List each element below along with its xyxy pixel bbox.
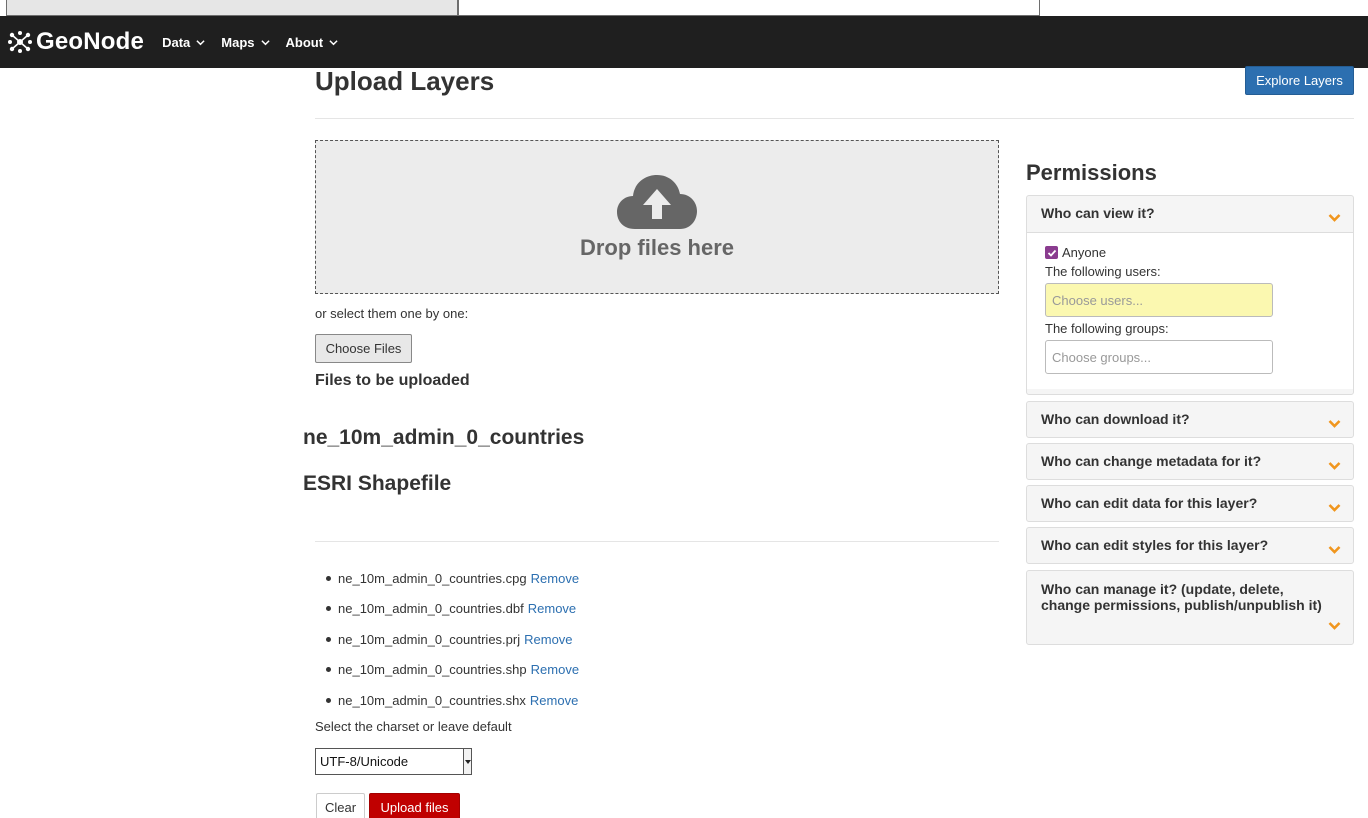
perm-edit-styles-toggle[interactable]: Who can edit styles for this layer?	[1027, 528, 1353, 554]
file-name: ne_10m_admin_0_countries.prj	[338, 631, 521, 647]
chevron-down-icon	[1328, 420, 1341, 428]
perm-edit-styles-heading: Who can edit styles for this layer?	[1041, 537, 1269, 553]
file-drop-zone[interactable]: Drop files here	[315, 140, 999, 294]
nav-maps-label: Maps	[221, 34, 255, 50]
upload-files-button[interactable]: Upload files	[369, 793, 460, 818]
chevron-down-icon	[1328, 504, 1341, 512]
anyone-label: Anyone	[1062, 245, 1107, 260]
geonode-logo-icon	[8, 31, 32, 53]
file-name: ne_10m_admin_0_countries.shx	[338, 692, 526, 708]
perm-view-toggle[interactable]: Who can view it?	[1027, 196, 1353, 222]
clear-button[interactable]: Clear	[316, 793, 365, 818]
layer-name-heading: ne_10m_admin_0_countries	[303, 426, 585, 449]
select-arrow-icon	[463, 749, 471, 774]
nav-data-label: Data	[162, 34, 191, 50]
bullet-icon	[326, 606, 331, 612]
bullet-icon	[326, 636, 331, 642]
nav-about-label: About	[285, 34, 324, 50]
page-title: Upload Layers	[315, 66, 495, 96]
perm-view-body: Anyone The following users: Choose users…	[1027, 232, 1353, 389]
perm-panel-metadata[interactable]: Who can change metadata for it?	[1026, 443, 1354, 480]
list-item: ne_10m_admin_0_countries.shp Remove	[326, 655, 579, 686]
choose-groups-input[interactable]: Choose groups...	[1045, 340, 1273, 374]
browser-top-strip	[0, 0, 1368, 16]
anyone-checkbox-row[interactable]: Anyone	[1045, 245, 1335, 260]
brand-name: GeoNode	[36, 28, 145, 55]
perm-metadata-heading: Who can change metadata for it?	[1041, 453, 1262, 469]
browser-address-strip	[458, 0, 1040, 16]
perm-edit-data-heading: Who can edit data for this layer?	[1041, 495, 1258, 511]
perm-panel-edit-data[interactable]: Who can edit data for this layer?	[1026, 485, 1354, 522]
files-divider	[315, 541, 999, 542]
file-name: ne_10m_admin_0_countries.shp	[338, 662, 527, 678]
nav-maps-menu[interactable]: Maps	[221, 34, 270, 50]
chevron-down-icon	[1328, 546, 1341, 554]
list-item: ne_10m_admin_0_countries.dbf Remove	[326, 594, 579, 625]
bullet-icon	[326, 575, 331, 581]
file-list: ne_10m_admin_0_countries.cpg Remove ne_1…	[326, 563, 579, 716]
checkmark-icon	[1047, 249, 1056, 257]
top-navbar: GeoNode Data Maps About	[0, 16, 1368, 68]
drop-zone-label: Drop files here	[579, 235, 735, 260]
remove-file-link[interactable]: Remove	[528, 601, 576, 616]
perm-panel-view: Who can view it? Anyone The following us…	[1026, 195, 1354, 395]
perm-panel-download[interactable]: Who can download it?	[1026, 401, 1354, 438]
perm-view-heading: Who can view it?	[1041, 205, 1155, 221]
nav-about-menu[interactable]: About	[286, 35, 339, 50]
cloud-upload-icon	[617, 175, 697, 229]
perm-panel-edit-styles[interactable]: Who can edit styles for this layer?	[1026, 527, 1354, 564]
list-item: ne_10m_admin_0_countries.prj Remove	[326, 624, 579, 655]
files-to-upload-heading: Files to be uploaded	[315, 372, 470, 389]
perm-manage-toggle[interactable]: Who can manage it? (update, delete, chan…	[1027, 571, 1353, 630]
browser-tab-strip	[6, 0, 458, 16]
explore-layers-button[interactable]: Explore Layers	[1245, 66, 1354, 95]
chevron-down-icon	[1328, 622, 1341, 630]
select-files-hint: or select them one by one:	[315, 306, 469, 321]
list-item: ne_10m_admin_0_countries.cpg Remove	[326, 563, 579, 594]
users-label: The following users:	[1045, 264, 1161, 279]
layer-type-heading: ESRI Shapefile	[303, 472, 452, 495]
chevron-down-icon	[329, 39, 338, 45]
bullet-icon	[326, 667, 331, 673]
anyone-checkbox[interactable]	[1045, 246, 1058, 259]
chevron-down-icon	[196, 39, 205, 45]
chevron-down-icon	[1328, 214, 1341, 222]
brand-link[interactable]: GeoNode	[8, 28, 144, 56]
perm-metadata-toggle[interactable]: Who can change metadata for it?	[1027, 444, 1353, 470]
perm-download-toggle[interactable]: Who can download it?	[1027, 402, 1353, 428]
remove-file-link[interactable]: Remove	[531, 571, 579, 586]
file-name: ne_10m_admin_0_countries.cpg	[338, 570, 527, 586]
charset-selected-value: UTF-8/Unicode	[320, 754, 409, 769]
perm-panel-manage[interactable]: Who can manage it? (update, delete, chan…	[1026, 570, 1354, 645]
choose-files-button[interactable]: Choose Files	[315, 334, 412, 363]
nav-data-menu[interactable]: Data	[162, 35, 205, 50]
bullet-icon	[326, 697, 331, 703]
charset-select[interactable]: UTF-8/Unicode	[315, 748, 472, 775]
remove-file-link[interactable]: Remove	[531, 662, 579, 677]
choose-users-input[interactable]: Choose users...	[1045, 283, 1273, 317]
chevron-down-icon	[1328, 462, 1341, 470]
perm-manage-heading: Who can manage it? (update, delete, chan…	[1041, 581, 1322, 613]
remove-file-link[interactable]: Remove	[524, 632, 572, 647]
charset-label: Select the charset or leave default	[315, 719, 512, 734]
permissions-title: Permissions	[1026, 160, 1157, 185]
file-name: ne_10m_admin_0_countries.dbf	[338, 601, 524, 617]
chevron-down-icon	[260, 39, 270, 45]
list-item: ne_10m_admin_0_countries.shx Remove	[326, 685, 579, 716]
perm-edit-data-toggle[interactable]: Who can edit data for this layer?	[1027, 486, 1353, 512]
groups-label: The following groups:	[1045, 321, 1169, 336]
perm-download-heading: Who can download it?	[1041, 411, 1190, 427]
remove-file-link[interactable]: Remove	[530, 693, 578, 708]
header-divider	[315, 118, 1354, 119]
